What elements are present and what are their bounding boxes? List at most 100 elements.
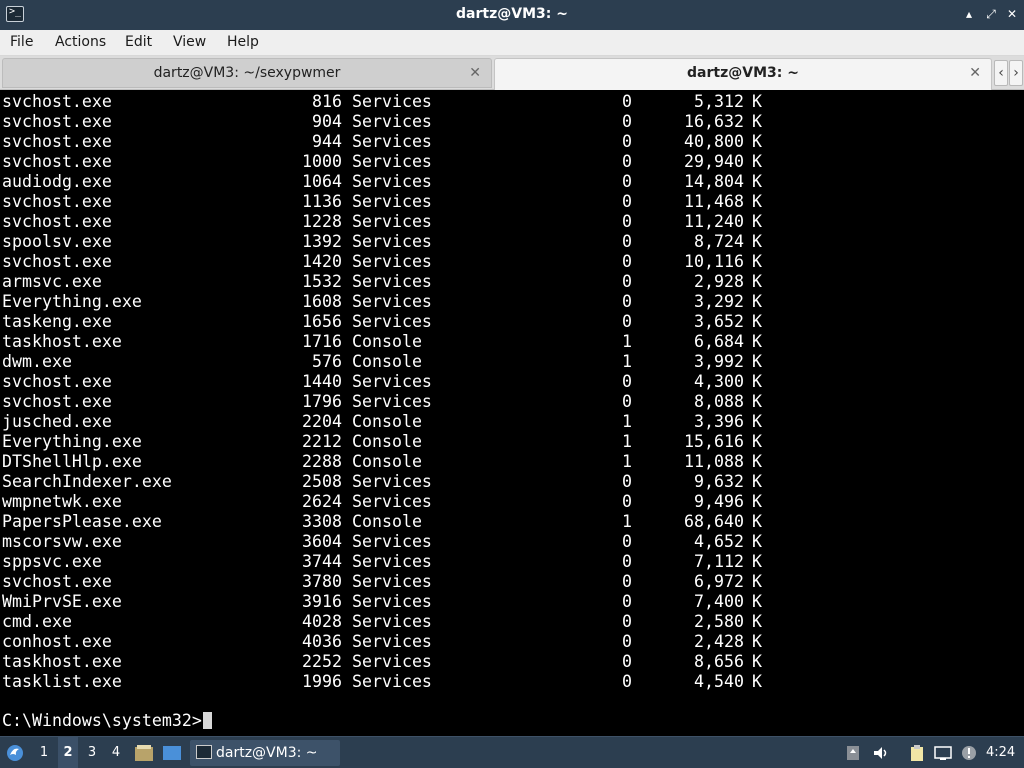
process-mem-unit: K: [752, 492, 762, 511]
terminal-output[interactable]: tasklist.exe 1996 Services 0 4,540 Ktaskhost.…: [0, 91, 1024, 736]
process-mem-usage: 9,496: [694, 492, 744, 511]
process-image-name: taskhost.exe: [2, 332, 122, 351]
process-mem-unit: K: [752, 592, 762, 611]
file-manager-icon[interactable]: [134, 744, 154, 762]
process-session-number: 1: [622, 352, 632, 371]
process-session-name: Services: [352, 92, 432, 111]
process-pid: 3604: [302, 532, 342, 551]
process-mem-usage: 3,652: [694, 312, 744, 331]
workspace-3[interactable]: 3: [82, 737, 102, 768]
process-session-name: Services: [352, 632, 432, 651]
start-menu-icon[interactable]: [4, 743, 26, 763]
process-pid: 4036: [302, 632, 342, 651]
process-pid: 1996: [302, 672, 342, 691]
volume-icon[interactable]: [872, 744, 890, 762]
process-mem-unit: K: [752, 532, 762, 551]
process-session-number: 0: [622, 472, 632, 491]
terminal-icon: [196, 745, 212, 759]
menu-actions[interactable]: Actions: [55, 34, 106, 50]
process-mem-unit: K: [752, 372, 762, 391]
tab-bar: dartz@VM3: ~/sexypwmer ✕ dartz@VM3: ~ ✕ …: [0, 56, 1024, 90]
process-session-number: 0: [622, 152, 632, 171]
menu-help[interactable]: Help: [227, 34, 259, 50]
clipboard-icon[interactable]: [908, 744, 926, 762]
workspace-2[interactable]: 2: [58, 737, 78, 768]
process-pid: 904: [312, 112, 342, 131]
process-mem-usage: 10,116: [684, 252, 744, 271]
process-session-name: Services: [352, 312, 432, 331]
tab-home[interactable]: dartz@VM3: ~ ✕: [494, 58, 992, 90]
process-mem-unit: K: [752, 152, 762, 171]
tab-label: dartz@VM3: ~/sexypwmer: [153, 65, 341, 81]
close-icon[interactable]: ✕: [1005, 7, 1019, 21]
close-tab-icon[interactable]: ✕: [469, 59, 481, 87]
process-mem-usage: 8,656: [694, 652, 744, 671]
process-pid: 3916: [302, 592, 342, 611]
maximize-icon[interactable]: ⤢: [984, 7, 998, 21]
process-image-name: mscorsvw.exe: [2, 532, 122, 551]
process-mem-unit: K: [752, 312, 762, 331]
update-icon[interactable]: [844, 744, 862, 762]
process-image-name: svchost.exe: [2, 92, 112, 111]
process-image-name: svchost.exe: [2, 112, 112, 131]
process-pid: 1136: [302, 192, 342, 211]
menu-view[interactable]: View: [173, 34, 206, 50]
process-mem-usage: 5,312: [694, 92, 744, 111]
process-session-number: 0: [622, 132, 632, 151]
process-session-name: Services: [352, 232, 432, 251]
process-session-number: 0: [622, 672, 632, 691]
tab-label: dartz@VM3: ~: [687, 65, 799, 81]
process-mem-unit: K: [752, 472, 762, 491]
process-image-name: svchost.exe: [2, 212, 112, 231]
process-mem-unit: K: [752, 92, 762, 111]
process-image-name: taskhost.exe: [2, 652, 122, 671]
process-session-number: 0: [622, 92, 632, 111]
process-session-number: 1: [622, 432, 632, 451]
process-session-name: Services: [352, 132, 432, 151]
process-pid: 3744: [302, 552, 342, 571]
process-session-number: 0: [622, 612, 632, 631]
process-pid: 576: [312, 352, 342, 371]
process-pid: 2252: [302, 652, 342, 671]
command-prompt[interactable]: C:\Windows\system32>: [2, 711, 212, 731]
process-mem-usage: 40,800: [684, 132, 744, 151]
process-pid: 2212: [302, 432, 342, 451]
process-session-number: 0: [622, 632, 632, 651]
process-mem-usage: 6,972: [694, 572, 744, 591]
process-mem-unit: K: [752, 292, 762, 311]
tab-next-button[interactable]: ›: [1009, 60, 1023, 86]
process-image-name: svchost.exe: [2, 372, 112, 391]
workspace-1[interactable]: 1: [34, 737, 54, 768]
process-mem-usage: 29,940: [684, 152, 744, 171]
menu-file[interactable]: File: [10, 34, 33, 50]
process-mem-usage: 9,632: [694, 472, 744, 491]
taskbar: 1 2 3 4 dartz@VM3: ~ 4:24: [0, 736, 1024, 768]
process-session-name: Services: [352, 612, 432, 631]
process-image-name: wmpnetwk.exe: [2, 492, 122, 511]
prompt-text: C:\Windows\system32>: [2, 711, 202, 730]
show-desktop-icon[interactable]: [162, 745, 182, 761]
close-tab-icon[interactable]: ✕: [969, 59, 981, 87]
process-session-name: Services: [352, 292, 432, 311]
process-image-name: sppsvc.exe: [2, 552, 102, 571]
process-pid: 1532: [302, 272, 342, 291]
taskbar-window-terminal[interactable]: dartz@VM3: ~: [190, 740, 340, 766]
process-pid: 944: [312, 132, 342, 151]
process-session-name: Services: [352, 532, 432, 551]
workspace-4[interactable]: 4: [106, 737, 126, 768]
process-pid: 2204: [302, 412, 342, 431]
process-session-name: Services: [352, 672, 432, 691]
tab-prev-button[interactable]: ‹: [994, 60, 1008, 86]
process-image-name: spoolsv.exe: [2, 232, 112, 251]
process-mem-unit: K: [752, 572, 762, 591]
process-mem-unit: K: [752, 452, 762, 471]
process-session-number: 0: [622, 232, 632, 251]
process-mem-usage: 68,640: [684, 512, 744, 531]
notification-icon[interactable]: [960, 744, 978, 762]
process-session-name: Services: [352, 112, 432, 131]
network-icon[interactable]: [934, 744, 952, 762]
minimize-icon[interactable]: ▴: [962, 7, 976, 21]
menu-edit[interactable]: Edit: [125, 34, 152, 50]
process-pid: 3308: [302, 512, 342, 531]
tab-sexypwmer[interactable]: dartz@VM3: ~/sexypwmer ✕: [2, 58, 492, 88]
